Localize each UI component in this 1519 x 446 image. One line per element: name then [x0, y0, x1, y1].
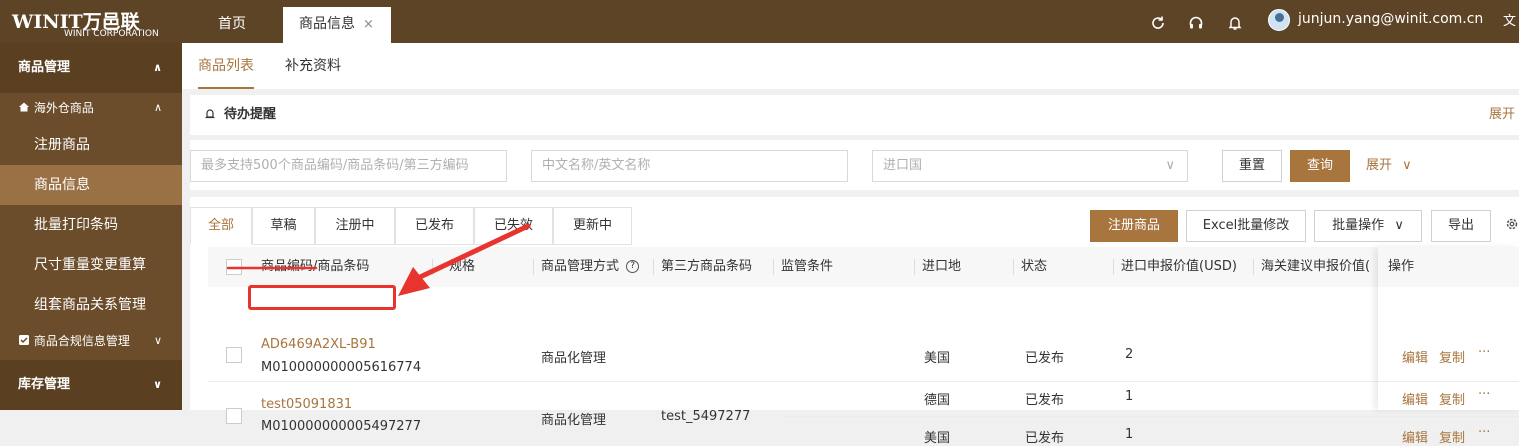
more-icon[interactable]: ··· [1478, 425, 1490, 440]
arrow-icon [415, 223, 531, 281]
row-divider [1378, 416, 1519, 417]
declared-value: 1 [1125, 427, 1134, 442]
annotation-overlay [226, 223, 531, 296]
status-text: 已发布 [1025, 431, 1065, 446]
manage-mode: 商品化管理 [541, 413, 607, 428]
arrow-head-icon [398, 267, 430, 296]
row-checkbox[interactable] [226, 408, 242, 424]
edit-button[interactable]: 编辑 [1402, 427, 1428, 446]
import-country: 美国 [924, 431, 951, 446]
third-party-barcode: test_5497277 [661, 409, 751, 424]
product-barcode: M010000000005497277 [261, 419, 422, 434]
copy-button[interactable]: 复制 [1439, 427, 1465, 446]
